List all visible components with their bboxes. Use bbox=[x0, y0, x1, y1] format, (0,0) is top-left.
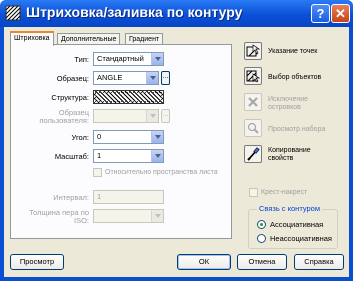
double-hatch-label: Крест-накрест bbox=[261, 189, 308, 196]
associative-radio[interactable] bbox=[257, 220, 266, 229]
inherit-properties-button[interactable] bbox=[244, 145, 262, 163]
cancel-button[interactable]: Отмена bbox=[237, 254, 287, 270]
dialog-body: Штриховка Дополнительные Градиент Тип: С… bbox=[4, 27, 349, 277]
hatch-app-icon bbox=[5, 5, 21, 21]
chevron-down-icon[interactable] bbox=[151, 150, 163, 162]
scale-value: 1 bbox=[97, 151, 102, 160]
select-objects-icon bbox=[246, 70, 260, 83]
help-title-button[interactable]: ? bbox=[311, 4, 330, 23]
pen-width-label-2: ISO: bbox=[73, 216, 89, 225]
structure-label: Структура: bbox=[51, 93, 89, 102]
type-label: Тип: bbox=[74, 55, 89, 64]
remove-islands-label-2: островков bbox=[268, 104, 301, 111]
inherit-properties-label-2: свойств bbox=[268, 155, 294, 162]
scale-label: Масштаб: bbox=[54, 152, 89, 161]
window-title: Штриховка/заливка по контуру bbox=[26, 4, 243, 20]
interval-label: Интервал: bbox=[53, 193, 89, 202]
view-selections-icon bbox=[247, 122, 259, 134]
select-objects-label: Выбор объектов bbox=[268, 74, 322, 81]
select-objects-button[interactable] bbox=[244, 67, 262, 85]
nonassociative-radio[interactable] bbox=[257, 234, 266, 243]
close-button[interactable]: ✕ bbox=[331, 4, 350, 23]
chevron-down-icon[interactable] bbox=[151, 131, 163, 143]
chevron-down-icon[interactable] bbox=[151, 53, 163, 65]
hatch-tab-panel: Тип: Стандартный Образец: ANGLE ... Стру… bbox=[10, 44, 232, 239]
pattern-label: Образец: bbox=[56, 74, 89, 83]
composition-title: Связь с контуром bbox=[257, 204, 323, 213]
remove-islands-button bbox=[244, 93, 262, 111]
custom-pattern-browse-button: ... bbox=[161, 109, 170, 123]
double-hatch-checkbox bbox=[249, 188, 258, 197]
type-select[interactable]: Стандартный bbox=[93, 52, 164, 66]
scale-select[interactable]: 1 bbox=[93, 149, 164, 163]
pick-points-icon bbox=[246, 44, 260, 57]
relative-paperspace-label: Относительно пространства листа bbox=[105, 169, 218, 176]
pattern-swatch[interactable] bbox=[93, 90, 164, 104]
dialog-window: Штриховка/заливка по контуру ? ✕ Штрихов… bbox=[0, 0, 353, 281]
chevron-down-icon[interactable] bbox=[146, 72, 158, 84]
composition-group: Связь с контуром Ассоциативная Неассоциа… bbox=[248, 204, 338, 249]
ok-button[interactable]: ОК bbox=[177, 254, 231, 270]
pattern-browse-button[interactable]: ... bbox=[161, 71, 170, 85]
inherit-properties-icon bbox=[247, 147, 260, 161]
preview-button[interactable]: Просмотр bbox=[10, 254, 64, 270]
pattern-select[interactable]: ANGLE bbox=[93, 71, 159, 85]
interval-field: 1 bbox=[93, 190, 164, 204]
chevron-down-icon bbox=[146, 110, 158, 122]
tab-hatch[interactable]: Штриховка bbox=[10, 31, 54, 46]
relative-paperspace-checkbox bbox=[93, 168, 102, 177]
help-button[interactable]: Справка bbox=[294, 254, 344, 270]
pick-points-label: Указание точек bbox=[268, 48, 318, 55]
nonassociative-label: Неассоциативная bbox=[270, 234, 332, 243]
view-selections-label: Просмотр набора bbox=[268, 126, 326, 133]
chevron-down-icon bbox=[151, 210, 163, 222]
view-selections-button bbox=[244, 119, 262, 137]
type-value: Стандартный bbox=[97, 54, 144, 63]
remove-islands-icon bbox=[248, 97, 258, 107]
angle-label: Угол: bbox=[71, 133, 89, 142]
interval-value: 1 bbox=[97, 192, 102, 201]
angle-select[interactable]: 0 bbox=[93, 130, 164, 144]
associative-label: Ассоциативная bbox=[270, 220, 324, 229]
custom-pattern-select bbox=[93, 109, 159, 123]
title-bar[interactable]: Штриховка/заливка по контуру ? ✕ bbox=[0, 0, 353, 27]
pen-width-select bbox=[93, 209, 164, 223]
custom-pattern-label-2: пользователя: bbox=[39, 116, 89, 125]
pick-points-button[interactable] bbox=[244, 42, 262, 60]
pattern-value: ANGLE bbox=[97, 73, 123, 82]
angle-value: 0 bbox=[97, 132, 102, 141]
